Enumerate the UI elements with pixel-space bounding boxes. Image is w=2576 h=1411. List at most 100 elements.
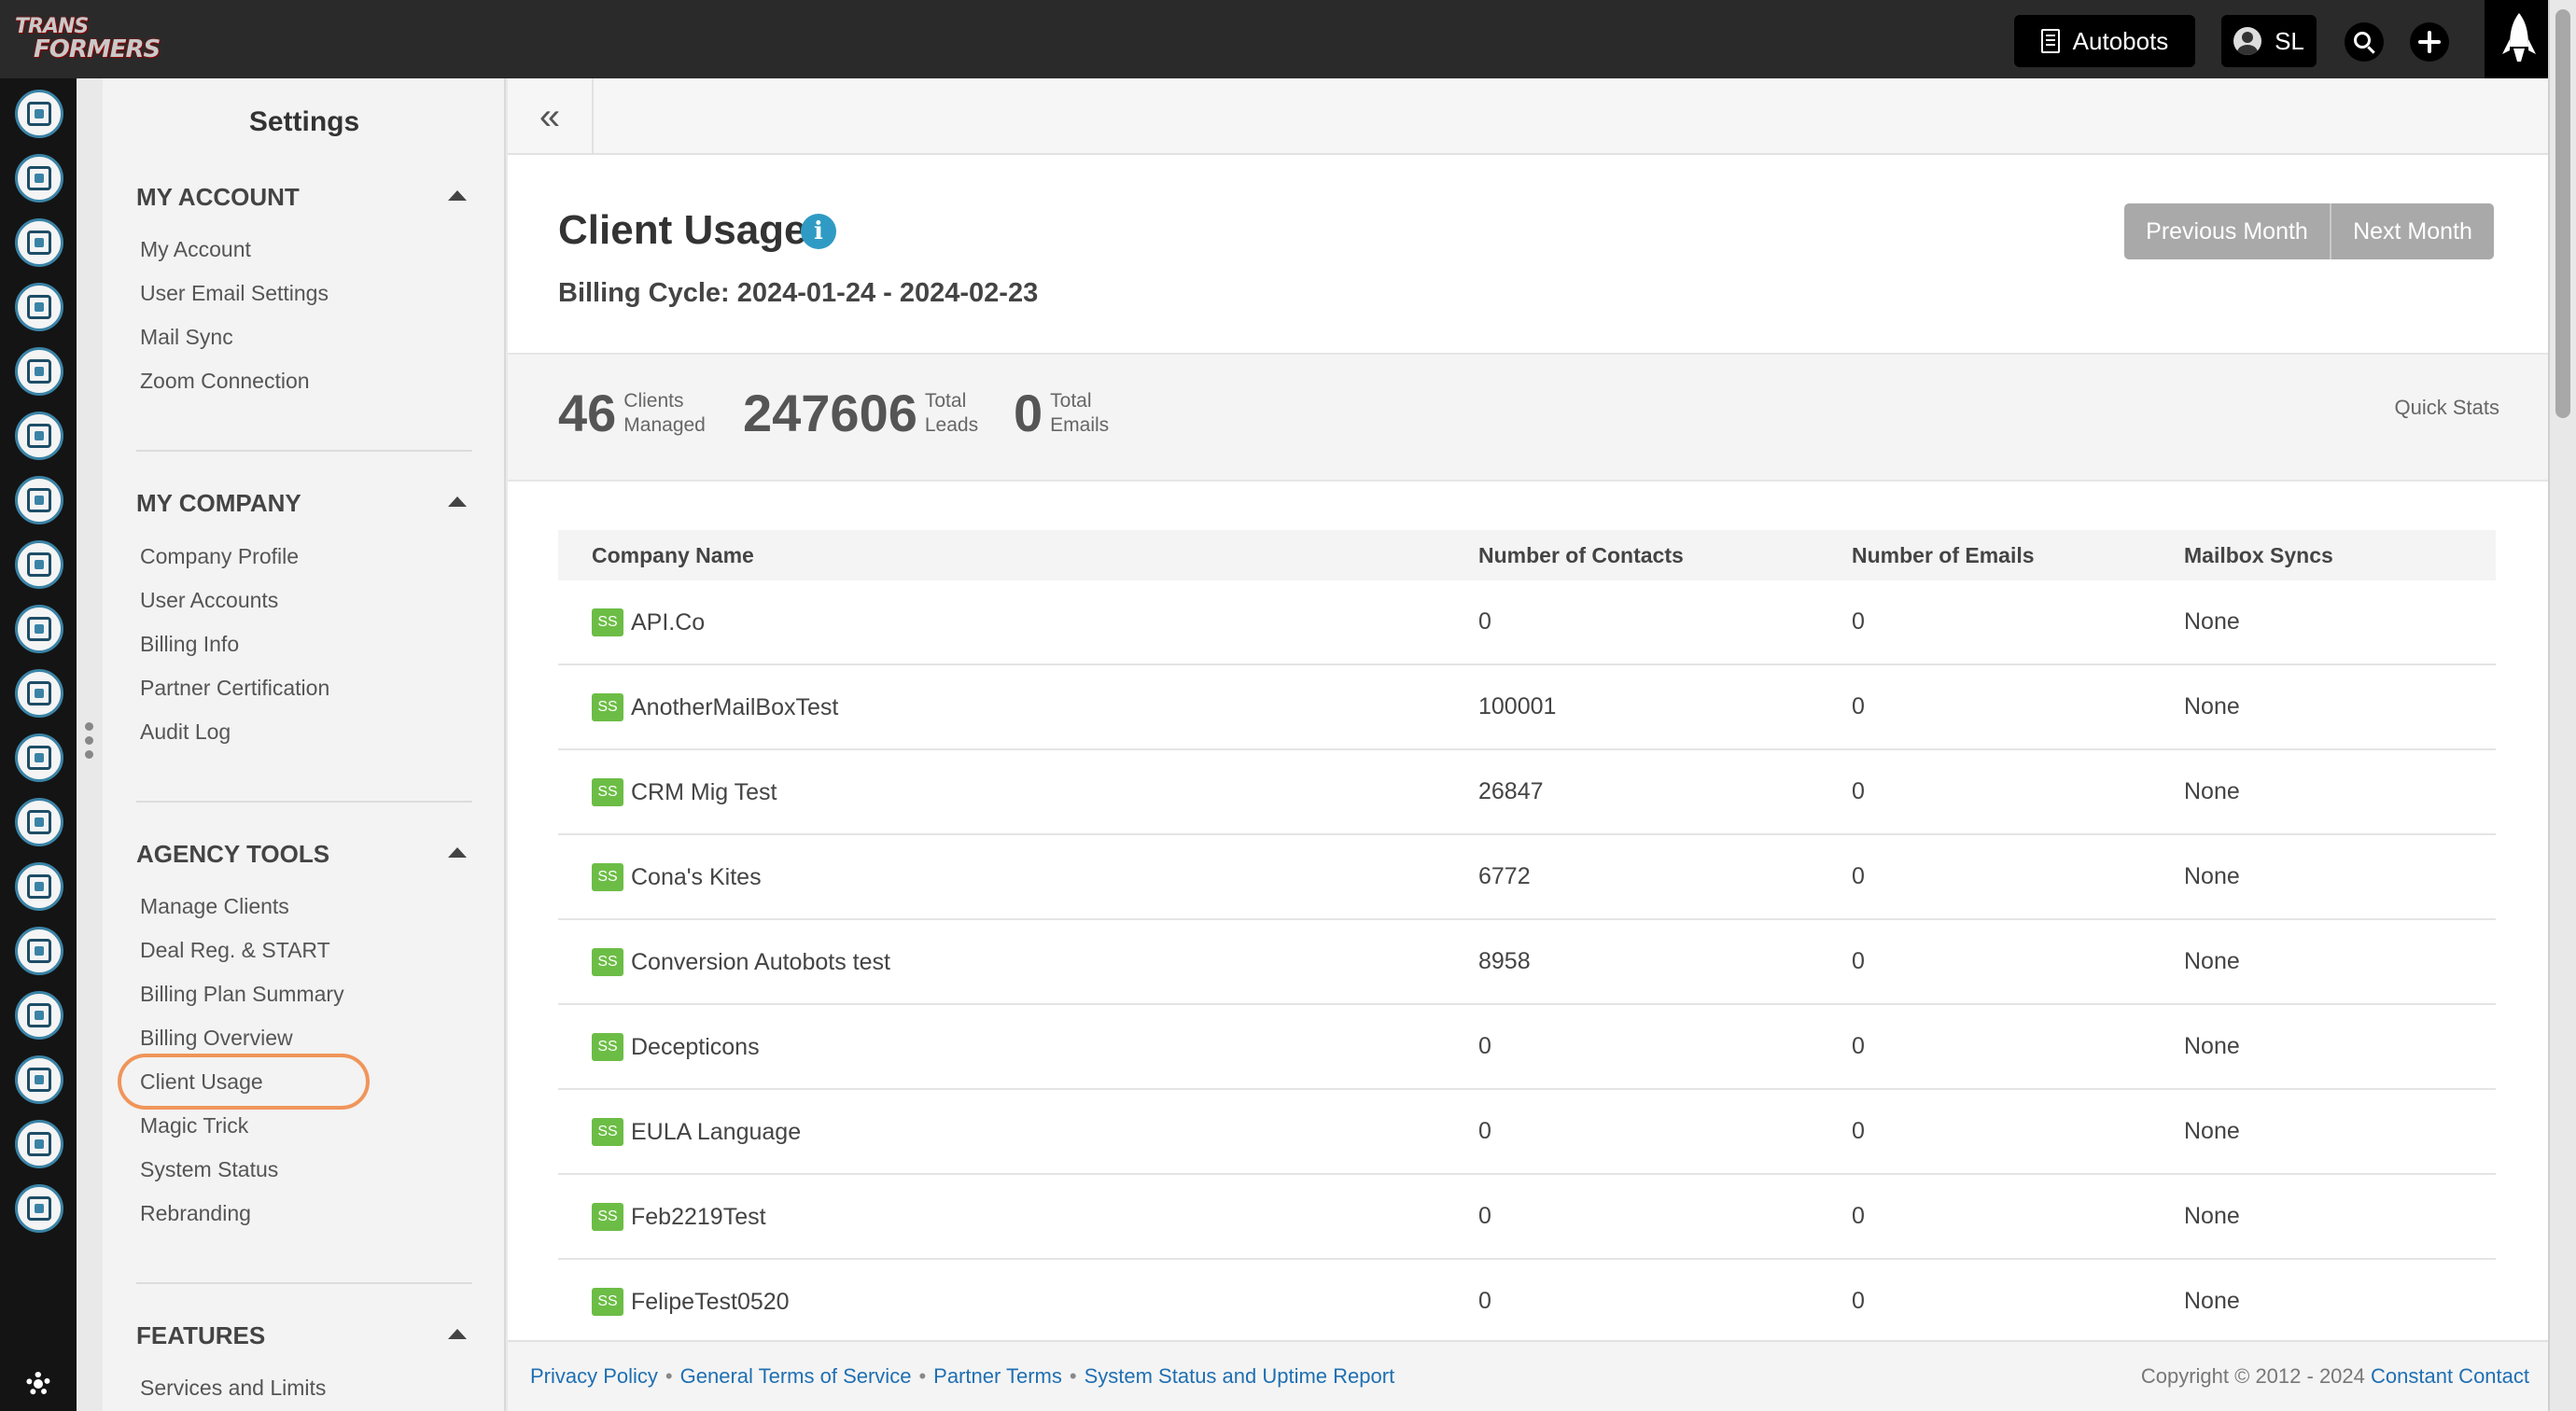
company-name-cell[interactable]: SS Cona's Kites	[592, 863, 762, 891]
table-row[interactable]: SS EULA Language 0 0 None	[558, 1090, 2496, 1175]
section-agency-tools[interactable]: AGENCY TOOLS	[136, 840, 472, 869]
nav-user-email-settings[interactable]: User Email Settings	[140, 281, 329, 306]
system-status-report-link[interactable]: System Status and Uptime Report	[1085, 1364, 1395, 1389]
company-name-cell[interactable]: SS AnotherMailBoxTest	[592, 693, 838, 721]
megaphone-icon[interactable]	[15, 476, 63, 524]
email-icon[interactable]	[15, 154, 63, 203]
user-star-icon[interactable]	[15, 1055, 63, 1104]
column-number-of-contacts[interactable]: Number of Contacts	[1478, 543, 1684, 568]
clipboard-icon[interactable]	[15, 218, 63, 267]
nav-magic-trick[interactable]: Magic Trick	[140, 1113, 248, 1139]
user-initials: SL	[2275, 26, 2304, 55]
company-name[interactable]: EULA Language	[631, 1119, 801, 1146]
nav-audit-log[interactable]: Audit Log	[140, 719, 231, 745]
table-row[interactable]: SS Decepticons 0 0 None	[558, 1005, 2496, 1090]
company-name-cell[interactable]: SS Conversion Autobots test	[592, 948, 890, 976]
nav-services-and-limits[interactable]: Services and Limits	[140, 1376, 326, 1401]
brand-logo[interactable]: TRANS FORMERS	[15, 15, 192, 63]
tv-icon[interactable]	[15, 669, 63, 718]
table-row[interactable]: SS FelipeTest0520 0 0 None	[558, 1260, 2496, 1345]
company-name[interactable]: Cona's Kites	[631, 864, 762, 891]
user-menu-button[interactable]: SL	[2221, 15, 2317, 67]
nav-billing-plan-summary[interactable]: Billing Plan Summary	[140, 982, 344, 1007]
company-name[interactable]: FelipeTest0520	[631, 1289, 790, 1316]
headset-icon[interactable]	[15, 991, 63, 1040]
nav-client-usage[interactable]: Client Usage	[140, 1069, 263, 1095]
column-mailbox-syncs[interactable]: Mailbox Syncs	[2184, 543, 2333, 568]
collapse-caret-icon[interactable]	[448, 190, 467, 201]
company-name[interactable]: Conversion Autobots test	[631, 949, 890, 976]
company-name[interactable]: Feb2219Test	[631, 1204, 766, 1231]
nav-rebranding[interactable]: Rebranding	[140, 1201, 251, 1226]
collapse-sidebar-button[interactable]: «	[508, 78, 594, 155]
privacy-policy-link[interactable]: Privacy Policy	[530, 1364, 658, 1389]
add-button[interactable]	[2410, 22, 2449, 62]
scrollbar-thumb[interactable]	[2555, 9, 2570, 418]
table-row[interactable]: SS Cona's Kites 6772 0 None	[558, 835, 2496, 920]
company-name-cell[interactable]: SS Decepticons	[592, 1033, 760, 1061]
company-name[interactable]: AnotherMailBoxTest	[631, 694, 838, 721]
handshake-icon[interactable]	[15, 862, 63, 911]
collapse-caret-icon[interactable]	[448, 1329, 467, 1339]
column-company-name[interactable]: Company Name	[592, 543, 754, 568]
list-icon[interactable]	[15, 412, 63, 460]
section-heading: MY COMPANY	[136, 489, 301, 517]
thumbs-up-icon[interactable]	[15, 605, 63, 653]
search-button[interactable]	[2345, 22, 2384, 62]
nav-manage-clients[interactable]: Manage Clients	[140, 894, 289, 919]
chat-icon[interactable]	[15, 540, 63, 589]
company-name[interactable]: CRM Mig Test	[631, 779, 777, 806]
nav-company-profile[interactable]: Company Profile	[140, 544, 299, 569]
section-my-account[interactable]: MY ACCOUNT	[136, 183, 472, 212]
nav-zoom-connection[interactable]: Zoom Connection	[140, 369, 310, 394]
info-icon[interactable]: i	[801, 214, 836, 249]
partner-terms-link[interactable]: Partner Terms	[933, 1364, 1062, 1389]
collapse-caret-icon[interactable]	[448, 496, 467, 507]
bar-chart-icon[interactable]	[15, 1120, 63, 1168]
calendar-icon[interactable]	[15, 798, 63, 846]
company-name-cell[interactable]: SS Feb2219Test	[592, 1203, 766, 1231]
section-my-company[interactable]: MY COMPANY	[136, 489, 472, 518]
collapse-caret-icon[interactable]	[448, 847, 467, 858]
constant-contact-link[interactable]: Constant Contact	[2371, 1364, 2529, 1388]
company-name[interactable]: Decepticons	[631, 1034, 760, 1061]
company-name-cell[interactable]: SS EULA Language	[592, 1118, 801, 1146]
page-scrollbar[interactable]	[2548, 0, 2576, 1411]
nav-billing-info[interactable]: Billing Info	[140, 632, 239, 657]
ss-badge: SS	[592, 1033, 623, 1061]
settings-gear-icon[interactable]	[26, 1372, 50, 1396]
contacts-icon[interactable]	[15, 90, 63, 138]
section-features[interactable]: FEATURES	[136, 1321, 472, 1350]
next-month-button[interactable]: Next Month	[2331, 203, 2494, 259]
contacts-cell: 0	[1478, 608, 1491, 635]
image-icon[interactable]	[15, 733, 63, 782]
nav-billing-overview[interactable]: Billing Overview	[140, 1026, 293, 1051]
table-row[interactable]: SS Feb2219Test 0 0 None	[558, 1175, 2496, 1260]
company-name-cell[interactable]: SS FelipeTest0520	[592, 1288, 790, 1316]
map-icon[interactable]	[15, 283, 63, 331]
terms-of-service-link[interactable]: General Terms of Service	[680, 1364, 912, 1389]
table-row[interactable]: SS AnotherMailBoxTest 100001 0 None	[558, 665, 2496, 750]
table-row[interactable]: SS API.Co 0 0 None	[558, 580, 2496, 665]
company-name[interactable]: API.Co	[631, 609, 705, 636]
plug-icon[interactable]	[15, 1184, 63, 1233]
nav-deal-reg-start[interactable]: Deal Reg. & START	[140, 938, 330, 963]
org-switcher-button[interactable]: Autobots	[2014, 15, 2195, 67]
company-name-cell[interactable]: SS API.Co	[592, 608, 705, 636]
contacts-cell: 0	[1478, 1118, 1491, 1144]
nav-system-status[interactable]: System Status	[140, 1157, 278, 1182]
nav-user-accounts[interactable]: User Accounts	[140, 588, 278, 613]
nav-mail-sync[interactable]: Mail Sync	[140, 325, 233, 350]
table-row[interactable]: SS Conversion Autobots test 8958 0 None	[558, 920, 2496, 1005]
table-row[interactable]: SS CRM Mig Test 26847 0 None	[558, 750, 2496, 835]
copyright-text: Copyright © 2012 - 2024	[2140, 1364, 2365, 1388]
resize-handle[interactable]	[82, 722, 95, 763]
previous-month-button[interactable]: Previous Month	[2124, 203, 2331, 259]
company-name-cell[interactable]: SS CRM Mig Test	[592, 778, 777, 806]
nav-partner-certification[interactable]: Partner Certification	[140, 676, 329, 701]
launch-button[interactable]	[2485, 0, 2554, 78]
branch-icon[interactable]	[15, 347, 63, 396]
nav-my-account[interactable]: My Account	[140, 237, 251, 262]
column-number-of-emails[interactable]: Number of Emails	[1852, 543, 2035, 568]
growth-chart-icon[interactable]	[15, 927, 63, 975]
